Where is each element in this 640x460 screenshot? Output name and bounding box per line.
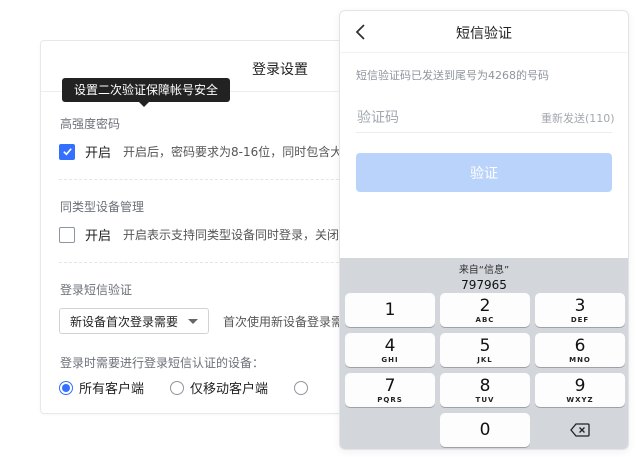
numeric-keyboard: 来自“信息” 797965 1 2 ABC 3 DEF 4 GHI 5 JKL 6 MNO…	[340, 258, 628, 449]
key-3[interactable]: 3 DEF	[535, 293, 625, 327]
resend-button[interactable]: 重新发送(110)	[541, 110, 615, 126]
device-checkbox[interactable]	[59, 226, 75, 243]
key-9[interactable]: 9 WXYZ	[535, 373, 625, 407]
password-checkbox[interactable]	[59, 143, 75, 160]
radio-mobile-only[interactable]	[170, 380, 185, 395]
key-number: 1	[384, 299, 396, 320]
key-letters: MNO	[569, 355, 591, 364]
suggestion-code: 797965	[461, 278, 507, 292]
key-1[interactable]: 1	[345, 293, 435, 327]
sms-select-hint: 首次使用新设备登录需	[223, 314, 344, 329]
device-option-description: 开启表示支持同类型设备同时登录，关闭	[123, 228, 340, 242]
radio-all-clients[interactable]	[59, 380, 73, 395]
password-option-row[interactable]: 开启 开启后，密码要求为8-16位，同时包含大	[59, 142, 342, 161]
key-number: 3	[574, 295, 586, 316]
sms-verify-phone: 短信验证 短信验证码已发送到尾号为4268的号码 重新发送(110) 验证 来自…	[339, 10, 629, 450]
key-7[interactable]: 7 PQRS	[345, 373, 435, 407]
nav-bar: 短信验证	[340, 11, 628, 53]
password-option-label: 开启	[85, 146, 112, 161]
sms-device-radio-group: 所有客户端 仅移动客户端	[59, 378, 309, 397]
key-number: 7	[384, 375, 396, 396]
radio-third-option[interactable]	[294, 380, 309, 395]
key-8[interactable]: 8 TUV	[440, 373, 530, 407]
verify-button[interactable]: 验证	[356, 153, 612, 192]
section-divider	[59, 262, 359, 263]
key-letters: GHI	[381, 355, 399, 364]
key-number: 0	[479, 420, 491, 440]
key-blank	[345, 413, 435, 447]
key-letters: TUV	[475, 395, 495, 404]
device-section-label: 同类型设备管理	[60, 200, 145, 214]
key-number: 8	[479, 375, 491, 396]
verification-code-input[interactable]	[357, 109, 531, 126]
password-section-label: 高强度密码	[60, 117, 121, 131]
key-letters: WXYZ	[566, 395, 594, 404]
device-option-label: 开启	[85, 229, 112, 244]
caret-down-icon	[188, 318, 198, 324]
backspace-icon	[570, 423, 590, 437]
key-number: 5	[479, 335, 491, 356]
key-number: 2	[479, 295, 491, 316]
password-option-description: 开启后，密码要求为8-16位，同时包含大	[123, 145, 343, 159]
settings-title: 登录设置	[252, 62, 308, 78]
keypad-grid: 1 2 ABC 3 DEF 4 GHI 5 JKL 6 MNO 7 PQRS 8 TUV 9W…	[345, 293, 625, 447]
nav-title: 短信验证	[456, 26, 512, 42]
code-suggestion[interactable]: 来自“信息” 797965	[340, 264, 628, 292]
key-letters: PQRS	[377, 395, 403, 404]
key-number: 6	[574, 335, 586, 356]
key-6[interactable]: 6 MNO	[535, 333, 625, 367]
code-field: 重新发送(110)	[356, 103, 615, 133]
sms-select-value: 新设备首次登录需要	[70, 314, 179, 329]
section-divider	[59, 179, 359, 180]
key-number: 9	[574, 375, 586, 396]
key-number: 4	[384, 335, 396, 356]
delete-key[interactable]	[535, 413, 625, 447]
radio-all-clients-label[interactable]: 所有客户端	[79, 378, 144, 397]
sms-select-row: 新设备首次登录需要 首次使用新设备登录需	[59, 308, 343, 334]
key-letters: JKL	[477, 355, 493, 364]
key-2[interactable]: 2 ABC	[440, 293, 530, 327]
key-4[interactable]: 4 GHI	[345, 333, 435, 367]
security-tooltip: 设置二次验证保障帐号安全	[62, 78, 231, 107]
sms-devices-label: 登录时需要进行登录短信认证的设备：	[60, 356, 265, 370]
suggestion-source: 来自“信息”	[458, 265, 510, 276]
sms-sent-hint: 短信验证码已发送到尾号为4268的号码	[356, 69, 549, 82]
device-option-row[interactable]: 开启 开启表示支持同类型设备同时登录，关闭	[59, 225, 339, 244]
sms-section-label: 登录短信验证	[60, 283, 133, 297]
key-letters: ABC	[475, 315, 495, 324]
key-0[interactable]: 0	[440, 413, 530, 447]
radio-mobile-only-label[interactable]: 仅移动客户端	[190, 378, 268, 397]
key-5[interactable]: 5 JKL	[440, 333, 530, 367]
sms-requirement-select[interactable]: 新设备首次登录需要	[59, 308, 209, 334]
check-icon	[62, 148, 72, 156]
key-letters: DEF	[570, 315, 590, 324]
